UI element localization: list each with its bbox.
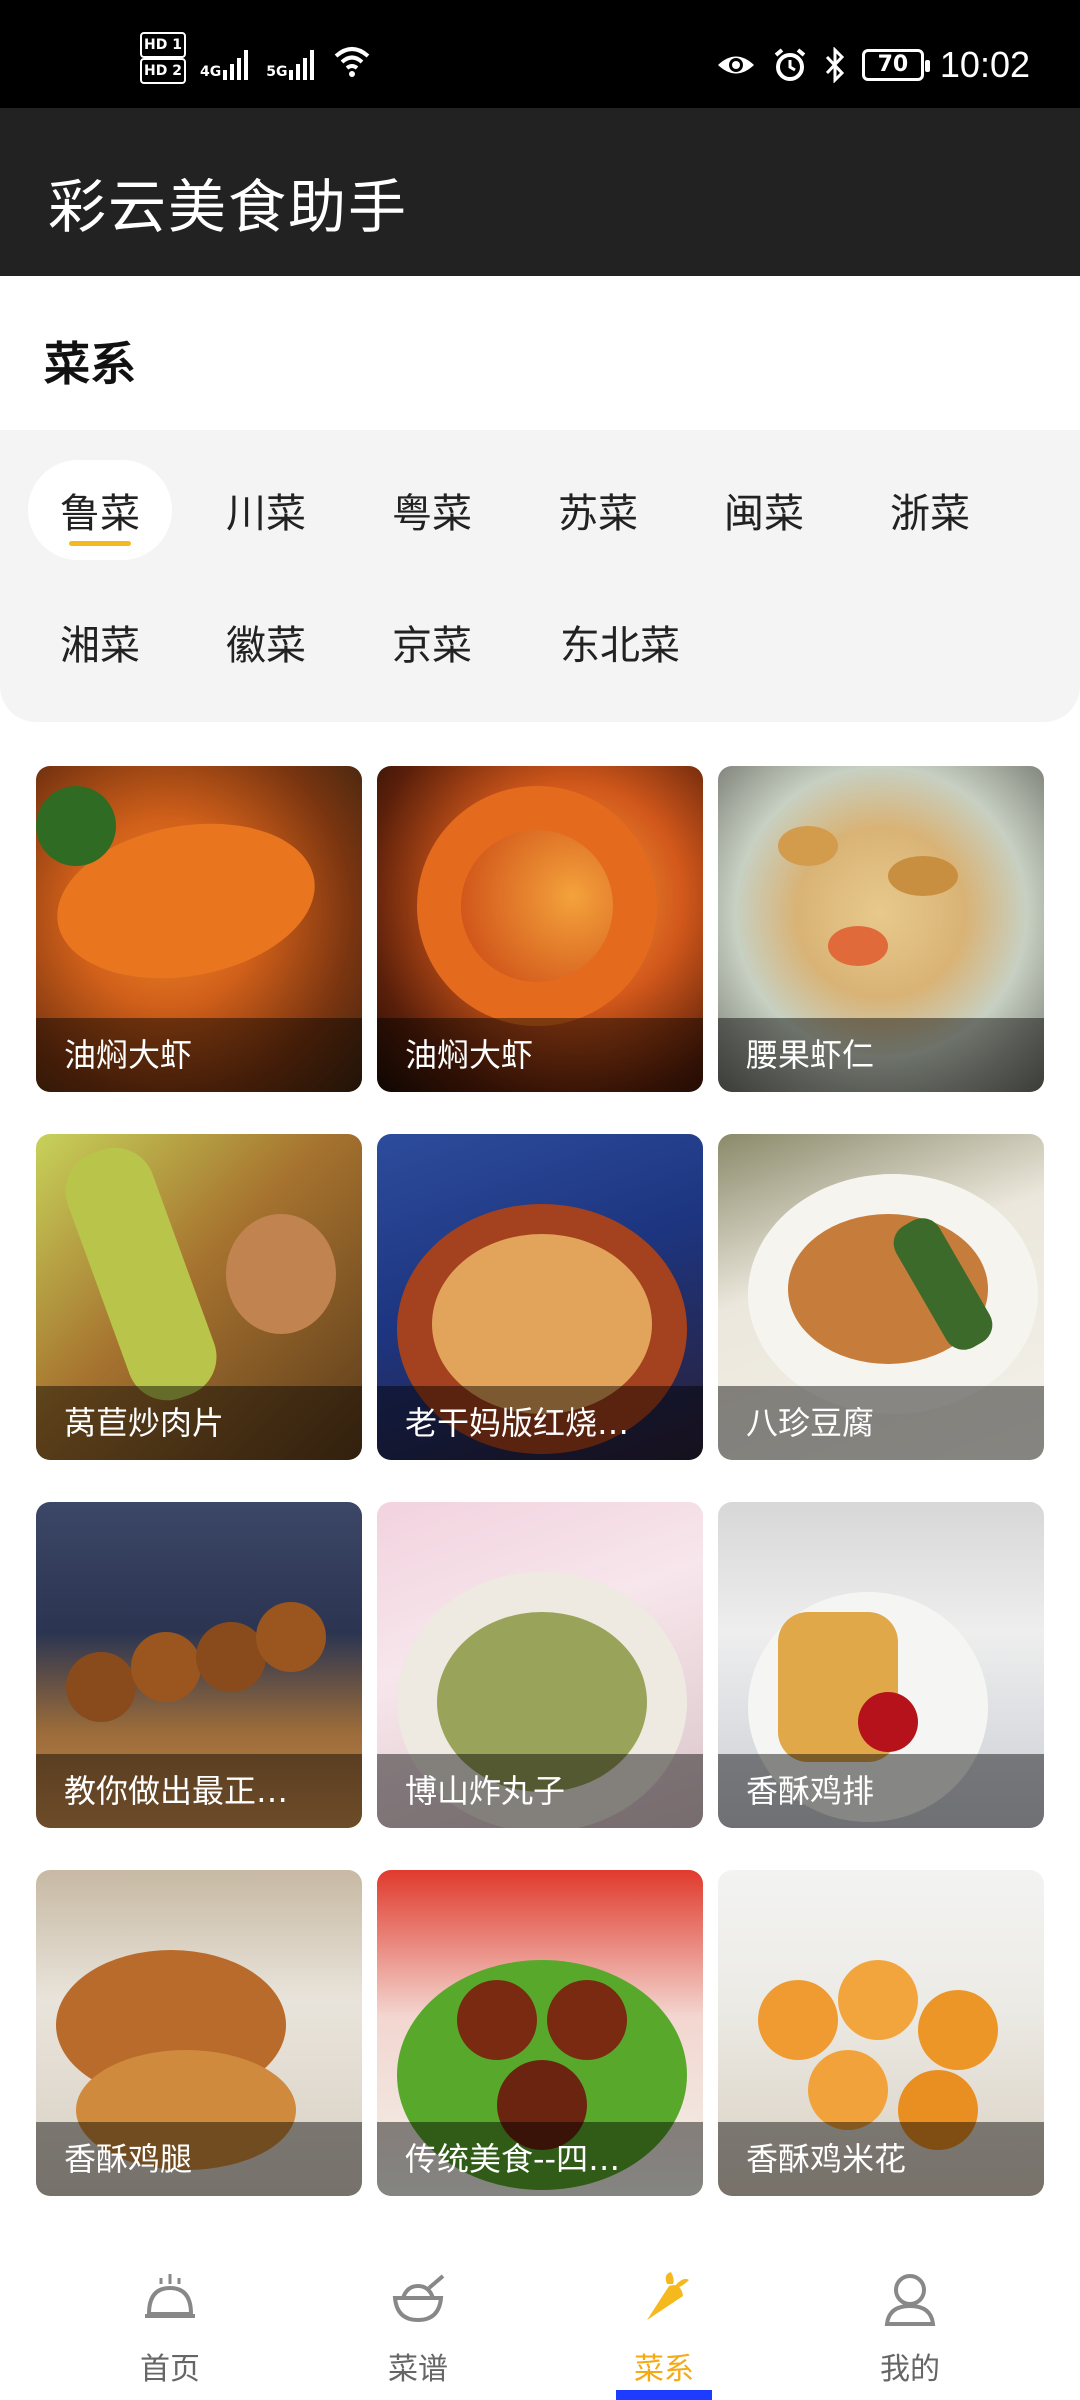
dish-card[interactable]: 香酥鸡排 [718,1502,1044,1828]
nav-home-label: 首页 [140,2352,200,2387]
dish-card[interactable]: 老干妈版红烧… [377,1134,703,1460]
dish-card[interactable]: 香酥鸡腿 [36,1870,362,2196]
signal-icon [223,50,249,80]
user-icon [884,2274,936,2326]
dish-card[interactable]: 莴苣炒肉片 [36,1134,362,1460]
nav-cuisines[interactable]: 菜系 [564,2268,764,2388]
category-chip-yue[interactable]: 粤菜 [360,460,504,560]
category-panel: 鲁菜 川菜 粤菜 苏菜 闽菜 浙菜 湘菜 徽菜 京菜 东北菜 [0,430,1080,722]
category-chip-lu[interactable]: 鲁菜 [28,460,172,560]
signal-icon [289,50,315,80]
bluetooth-icon [825,47,844,83]
category-label: 徽菜 [226,623,306,669]
nav-mine-label: 我的 [880,2352,940,2387]
sim-indicator: HD 1 HD 2 [140,32,186,84]
sim1-label: HD 1 [140,32,186,58]
category-chip-jing[interactable]: 京菜 [360,592,504,692]
dish-card[interactable]: 香酥鸡米花 [718,1870,1044,2196]
dish-card[interactable]: 传统美食--四… [377,1870,703,2196]
dish-name: 香酥鸡排 [718,1754,1044,1828]
app-title: 彩云美食助手 [48,173,409,241]
category-label: 鲁菜 [60,491,140,537]
battery-icon: 70 [861,49,930,81]
dish-card[interactable]: 腰果虾仁 [718,766,1044,1092]
category-chip-hui[interactable]: 徽菜 [194,592,338,692]
category-label: 京菜 [392,623,472,669]
nav-cuisines-label: 菜系 [634,2352,694,2387]
alarm-icon [774,48,806,81]
eye-icon [717,56,754,74]
category-chip-su[interactable]: 苏菜 [526,460,670,560]
dish-name: 老干妈版红烧… [377,1386,703,1460]
dish-name: 传统美食--四… [377,2122,703,2196]
nav-recipes[interactable]: 菜谱 [318,2268,518,2388]
bottom-navigation: 首页 菜谱 菜系 我的 [0,2238,1080,2400]
home-cloche-icon [145,2274,195,2318]
category-label: 闽菜 [724,491,804,537]
dish-card[interactable]: 油焖大虾 [377,766,703,1092]
category-label: 粤菜 [392,491,472,537]
dish-name: 油焖大虾 [36,1018,362,1092]
network-2: 5G [266,50,315,80]
dish-card[interactable]: 博山炸丸子 [377,1502,703,1828]
network-1-type: 4G [200,64,222,80]
dish-name: 莴苣炒肉片 [36,1386,362,1460]
clock: 10:02 [939,44,1030,85]
dish-name: 教你做出最正… [36,1754,362,1828]
dish-name: 油焖大虾 [377,1018,703,1092]
dish-name: 腰果虾仁 [718,1018,1044,1092]
category-chip-dongbei[interactable]: 东北菜 [532,592,708,692]
nav-recipes-label: 菜谱 [388,2352,448,2387]
nav-mine[interactable]: 我的 [810,2268,1010,2388]
status-right: 70 10:02 [716,44,1030,86]
active-tab-indicator [616,2390,712,2400]
dish-card[interactable]: 八珍豆腐 [718,1134,1044,1460]
category-label: 东北菜 [560,623,680,669]
status-bar: HD 1 HD 2 4G 5G 70 10:02 [0,0,1080,108]
bowl-icon [392,2274,445,2323]
app-bar: 彩云美食助手 [0,108,1080,276]
category-label: 湘菜 [60,623,140,669]
category-label: 浙菜 [890,491,970,537]
sim2-label: HD 2 [140,58,186,84]
dish-name: 博山炸丸子 [377,1754,703,1828]
dish-name: 香酥鸡腿 [36,2122,362,2196]
dish-card[interactable]: 油焖大虾 [36,766,362,1092]
network-2-type: 5G [266,64,288,80]
category-chip-xiang[interactable]: 湘菜 [28,592,172,692]
dish-name: 八珍豆腐 [718,1386,1044,1460]
category-label: 苏菜 [558,491,638,537]
section-header: 菜系 [0,276,1080,430]
carrot-icon [647,2272,689,2320]
section-title: 菜系 [44,337,136,391]
category-chip-min[interactable]: 闽菜 [692,460,836,560]
category-chip-chuan[interactable]: 川菜 [194,460,338,560]
selected-underline [69,541,131,546]
network-1: 4G [200,50,249,80]
category-chip-zhe[interactable]: 浙菜 [858,460,1002,560]
nav-home[interactable]: 首页 [70,2268,270,2388]
category-label: 川菜 [226,491,306,537]
network-indicators: 4G 5G [200,40,372,80]
dish-card[interactable]: 教你做出最正… [36,1502,362,1828]
dish-name: 香酥鸡米花 [718,2122,1044,2196]
wifi-icon [335,47,370,77]
